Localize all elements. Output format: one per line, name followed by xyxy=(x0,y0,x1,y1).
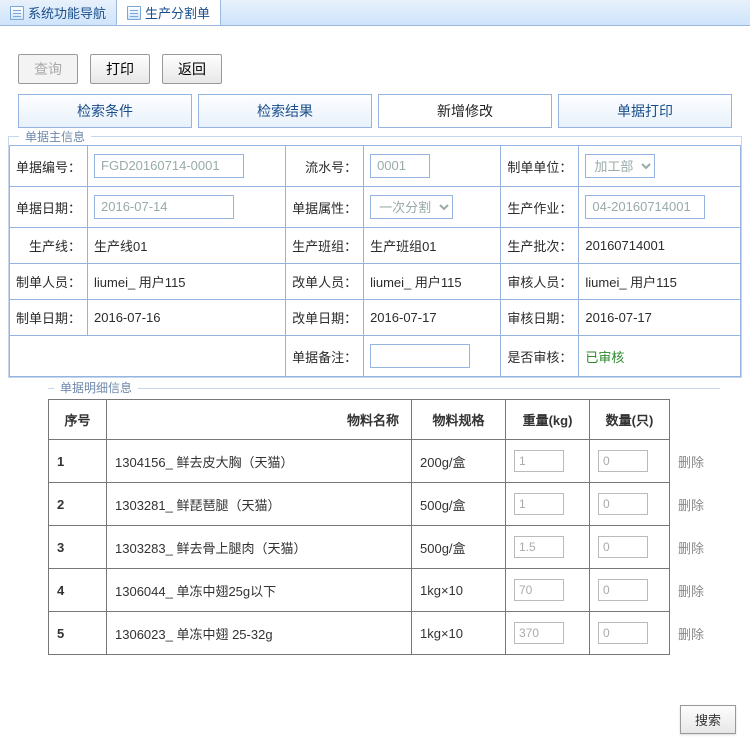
lbl-make-date: 制单日期： xyxy=(10,300,88,336)
lbl-job: 生产作业： xyxy=(501,187,579,228)
input-qty[interactable] xyxy=(598,579,648,601)
lbl-audit-date: 审核日期： xyxy=(501,300,579,336)
input-serial[interactable] xyxy=(370,154,430,178)
cell-name: 1304156_ 鲜去皮大胸（天猫） xyxy=(107,440,412,483)
input-weight[interactable] xyxy=(514,622,564,644)
lbl-auditor: 审核人员： xyxy=(501,264,579,300)
detail-legend: 单据明细信息 xyxy=(54,379,138,396)
query-button[interactable]: 查询 xyxy=(18,54,78,84)
table-row: 11304156_ 鲜去皮大胸（天猫）200g/盒 删除 xyxy=(49,440,720,483)
lbl-doc-attr: 单据属性： xyxy=(286,187,364,228)
col-idx: 序号 xyxy=(49,400,107,440)
input-doc-no[interactable] xyxy=(94,154,244,178)
delete-link[interactable]: 删除 xyxy=(670,440,720,483)
input-qty[interactable] xyxy=(598,622,648,644)
cell-idx: 5 xyxy=(49,612,107,655)
cell-spec: 1kg×10 xyxy=(412,612,506,655)
delete-link[interactable]: 删除 xyxy=(670,569,720,612)
val-make-date: 2016-07-16 xyxy=(88,300,286,336)
input-weight[interactable] xyxy=(514,493,564,515)
cell-idx: 4 xyxy=(49,569,107,612)
input-qty[interactable] xyxy=(598,450,648,472)
lbl-batch: 生产批次： xyxy=(501,228,579,264)
val-audit-date: 2016-07-17 xyxy=(579,300,741,336)
val-edit-date: 2016-07-17 xyxy=(364,300,501,336)
input-weight[interactable] xyxy=(514,536,564,558)
col-name: 物料名称 xyxy=(107,400,412,440)
input-weight[interactable] xyxy=(514,450,564,472)
tab-system-nav[interactable]: 系统功能导航 xyxy=(0,0,117,25)
section-tabs: 检索条件 检索结果 新增修改 单据打印 xyxy=(0,94,750,128)
document-icon xyxy=(127,6,141,20)
search-button[interactable]: 搜索 xyxy=(680,705,736,734)
stab-doc-print[interactable]: 单据打印 xyxy=(558,94,732,128)
val-auditor: liumei_ 用户115 xyxy=(579,264,741,300)
tab-label: 生产分割单 xyxy=(145,3,210,22)
lbl-remark: 单据备注： xyxy=(286,336,364,377)
table-row: 21303281_ 鲜琵琶腿（天猫）500g/盒 删除 xyxy=(49,483,720,526)
master-info: 单据主信息 单据编号： 流水号： 制单单位： 加工部 单据日期： 单据属性： 一… xyxy=(8,136,742,378)
input-job[interactable] xyxy=(585,195,705,219)
lbl-line: 生产线： xyxy=(10,228,88,264)
stab-search-cond[interactable]: 检索条件 xyxy=(18,94,192,128)
cell-idx: 2 xyxy=(49,483,107,526)
val-team: 生产班组01 xyxy=(364,228,501,264)
lbl-team: 生产班组： xyxy=(286,228,364,264)
delete-link[interactable]: 删除 xyxy=(670,483,720,526)
col-qty: 数量(只) xyxy=(590,400,670,440)
lbl-doc-date: 单据日期： xyxy=(10,187,88,228)
col-act xyxy=(670,400,720,440)
val-batch: 20160714001 xyxy=(579,228,741,264)
input-qty[interactable] xyxy=(598,493,648,515)
col-spec: 物料规格 xyxy=(412,400,506,440)
select-maker-unit[interactable]: 加工部 xyxy=(585,154,655,178)
cell-spec: 500g/盒 xyxy=(412,526,506,569)
master-legend: 单据主信息 xyxy=(19,128,91,145)
table-row: 31303283_ 鲜去骨上腿肉（天猫）500g/盒 删除 xyxy=(49,526,720,569)
back-button[interactable]: 返回 xyxy=(162,54,222,84)
val-editor: liumei_ 用户115 xyxy=(364,264,501,300)
master-grid: 单据编号： 流水号： 制单单位： 加工部 单据日期： 单据属性： 一次分割 生产… xyxy=(9,145,741,377)
document-icon xyxy=(10,6,24,20)
lbl-editor: 改单人员： xyxy=(286,264,364,300)
cell-spec: 200g/盒 xyxy=(412,440,506,483)
toolbar: 查询 打印 返回 xyxy=(0,26,750,94)
lbl-serial: 流水号： xyxy=(286,146,364,187)
lbl-maker: 制单人员： xyxy=(10,264,88,300)
lbl-edit-date: 改单日期： xyxy=(286,300,364,336)
cell-spec: 1kg×10 xyxy=(412,569,506,612)
lbl-audited: 是否审核： xyxy=(501,336,579,377)
lbl-maker-unit: 制单单位： xyxy=(501,146,579,187)
cell-idx: 1 xyxy=(49,440,107,483)
cell-idx: 3 xyxy=(49,526,107,569)
stab-search-result[interactable]: 检索结果 xyxy=(198,94,372,128)
print-button[interactable]: 打印 xyxy=(90,54,150,84)
detail-info: 单据明细信息 序号 物料名称 物料规格 重量(kg) 数量(只) 1130415… xyxy=(48,388,720,655)
detail-table: 序号 物料名称 物料规格 重量(kg) 数量(只) 11304156_ 鲜去皮大… xyxy=(48,399,720,655)
val-audited: 已审核 xyxy=(585,350,624,365)
val-maker: liumei_ 用户115 xyxy=(88,264,286,300)
lbl-doc-no: 单据编号： xyxy=(10,146,88,187)
delete-link[interactable]: 删除 xyxy=(670,612,720,655)
input-qty[interactable] xyxy=(598,536,648,558)
input-doc-date[interactable] xyxy=(94,195,234,219)
top-tabs: 系统功能导航 生产分割单 xyxy=(0,0,750,26)
table-row: 51306023_ 单冻中翅 25-32g1kg×10 删除 xyxy=(49,612,720,655)
input-remark[interactable] xyxy=(370,344,470,368)
tab-label: 系统功能导航 xyxy=(28,3,106,22)
val-line: 生产线01 xyxy=(88,228,286,264)
cell-name: 1306044_ 单冻中翅25g以下 xyxy=(107,569,412,612)
cell-name: 1303283_ 鲜去骨上腿肉（天猫） xyxy=(107,526,412,569)
cell-name: 1306023_ 单冻中翅 25-32g xyxy=(107,612,412,655)
input-weight[interactable] xyxy=(514,579,564,601)
tab-production-split[interactable]: 生产分割单 xyxy=(117,0,221,25)
select-doc-attr[interactable]: 一次分割 xyxy=(370,195,453,219)
delete-link[interactable]: 删除 xyxy=(670,526,720,569)
table-row: 41306044_ 单冻中翅25g以下1kg×10 删除 xyxy=(49,569,720,612)
cell-spec: 500g/盒 xyxy=(412,483,506,526)
cell-name: 1303281_ 鲜琵琶腿（天猫） xyxy=(107,483,412,526)
stab-add-edit[interactable]: 新增修改 xyxy=(378,94,552,128)
col-weight: 重量(kg) xyxy=(506,400,590,440)
